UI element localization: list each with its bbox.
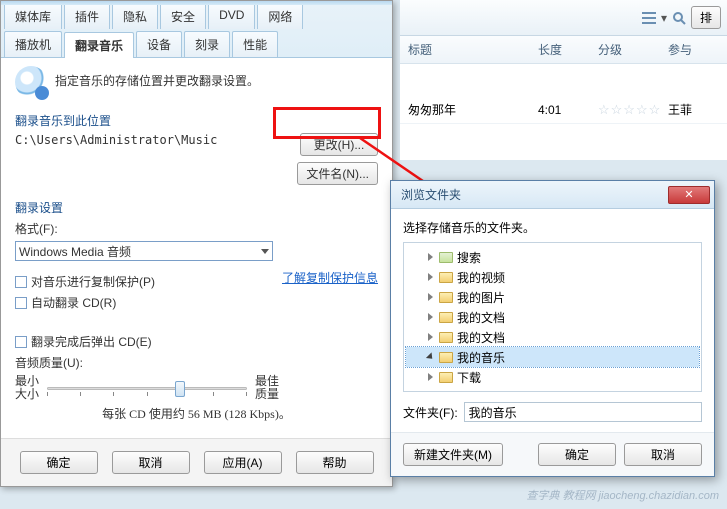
library-panel: ▾ 排 标题 长度 分级 参与 匆匆那年 4:01 ☆☆☆☆☆ 王菲: [400, 0, 727, 160]
folder-icon: [439, 332, 453, 343]
auto-rip-label: 自动翻录 CD(R): [31, 296, 116, 310]
tab-plugins[interactable]: 插件: [64, 3, 110, 29]
cancel-button[interactable]: 取消: [112, 451, 190, 474]
dialog-titlebar[interactable]: 浏览文件夹 ✕: [391, 181, 714, 209]
tab-network[interactable]: 网络: [257, 3, 303, 29]
quality-min-b: 大小: [15, 388, 39, 401]
folder-field[interactable]: [464, 402, 702, 422]
tree-item[interactable]: 我的文档: [406, 327, 699, 347]
track-rating[interactable]: ☆☆☆☆☆: [590, 102, 660, 118]
folder-field-label: 文件夹(F):: [403, 404, 458, 421]
rip-location-path: C:\Users\Administrator\Music: [15, 133, 217, 147]
page-description: 指定音乐的存储位置并更改翻录设置。: [55, 66, 259, 89]
dialog-button-row: 确定 取消 应用(A) 帮助: [1, 438, 392, 486]
tab-player[interactable]: 播放机: [4, 31, 62, 57]
copy-protection-info-link[interactable]: 了解复制保护信息: [282, 269, 378, 315]
format-label: 格式(F):: [15, 220, 378, 237]
folder-icon: [439, 252, 453, 263]
tree-item[interactable]: 我的文档: [406, 307, 699, 327]
track-title: 匆匆那年: [400, 101, 530, 118]
auto-rip-checkbox[interactable]: [15, 297, 27, 309]
quality-info-text: 每张 CD 使用约 56 MB (128 Kbps)。: [15, 405, 378, 422]
library-header-row: 标题 长度 分级 参与: [400, 36, 727, 64]
dialog-cancel-button[interactable]: 取消: [624, 443, 702, 466]
folder-icon: [439, 292, 453, 303]
options-tabs: 媒体库 插件 隐私 安全 DVD 网络 播放机 翻录音乐 设备 刻录 性能: [1, 1, 392, 58]
tab-performance[interactable]: 性能: [232, 31, 278, 57]
tree-item-selected[interactable]: 我的音乐: [406, 347, 699, 367]
copy-protect-checkbox[interactable]: [15, 276, 27, 288]
filename-button[interactable]: 文件名(N)...: [297, 162, 378, 185]
folder-icon: [439, 312, 453, 323]
rip-settings-group-title: 翻录设置: [15, 199, 378, 216]
tab-devices[interactable]: 设备: [136, 31, 182, 57]
copy-protect-label: 对音乐进行复制保护(P): [31, 275, 155, 289]
tree-item[interactable]: 搜索: [406, 247, 699, 267]
search-icon[interactable]: [671, 10, 687, 26]
dialog-prompt: 选择存储音乐的文件夹。: [403, 219, 702, 236]
tree-item[interactable]: 我的视频: [406, 267, 699, 287]
quality-max-b: 质量: [255, 388, 279, 401]
browse-folder-dialog: 浏览文件夹 ✕ 选择存储音乐的文件夹。 搜索 我的视频 我的图片 我的文档 我的…: [390, 180, 715, 477]
ok-button[interactable]: 确定: [20, 451, 98, 474]
tab-dvd[interactable]: DVD: [208, 3, 255, 29]
folder-tree[interactable]: 搜索 我的视频 我的图片 我的文档 我的文档 我的音乐 下载: [403, 242, 702, 392]
audio-quality-slider[interactable]: [47, 378, 247, 398]
format-value: Windows Media 音频: [19, 243, 131, 260]
tree-item[interactable]: 下载: [406, 367, 699, 387]
list-view-icon[interactable]: [641, 10, 657, 26]
tab-burn[interactable]: 刻录: [184, 31, 230, 57]
dialog-ok-button[interactable]: 确定: [538, 443, 616, 466]
tree-item[interactable]: 我的图片: [406, 287, 699, 307]
col-artist[interactable]: 参与: [660, 41, 727, 58]
col-rating[interactable]: 分级: [590, 41, 660, 58]
eject-cd-checkbox[interactable]: [15, 336, 27, 348]
folder-icon: [439, 372, 453, 383]
col-length[interactable]: 长度: [530, 41, 590, 58]
folder-icon: [439, 352, 453, 363]
sort-button[interactable]: 排: [691, 6, 721, 29]
location-group-title: 翻录音乐到此位置: [15, 112, 378, 129]
library-track-row[interactable]: 匆匆那年 4:01 ☆☆☆☆☆ 王菲: [400, 96, 727, 124]
eject-cd-label: 翻录完成后弹出 CD(E): [31, 335, 152, 349]
format-select[interactable]: Windows Media 音频: [15, 241, 273, 261]
folder-icon: [439, 272, 453, 283]
watermark-text: 查字典 教程网 jiaocheng.chazidian.com: [526, 487, 719, 503]
track-length: 4:01: [530, 103, 590, 117]
audio-quality-label: 音频质量(U):: [15, 354, 378, 371]
help-button[interactable]: 帮助: [296, 451, 374, 474]
dialog-title-text: 浏览文件夹: [401, 186, 461, 203]
close-button[interactable]: ✕: [668, 186, 710, 204]
tab-media-library[interactable]: 媒体库: [4, 3, 62, 29]
rip-options-window: 媒体库 插件 隐私 安全 DVD 网络 播放机 翻录音乐 设备 刻录 性能 指定…: [0, 0, 393, 487]
col-title[interactable]: 标题: [400, 41, 530, 58]
chevron-down-icon: [261, 249, 269, 254]
library-toolbar: ▾ 排: [400, 0, 727, 36]
rip-cd-icon: [15, 66, 47, 98]
apply-button[interactable]: 应用(A): [204, 451, 282, 474]
tab-security[interactable]: 安全: [160, 3, 206, 29]
tab-privacy[interactable]: 隐私: [112, 3, 158, 29]
new-folder-button[interactable]: 新建文件夹(M): [403, 443, 503, 466]
track-artist: 王菲: [660, 101, 727, 118]
change-location-button[interactable]: 更改(H)...: [300, 133, 378, 156]
tab-rip-music[interactable]: 翻录音乐: [64, 32, 134, 58]
